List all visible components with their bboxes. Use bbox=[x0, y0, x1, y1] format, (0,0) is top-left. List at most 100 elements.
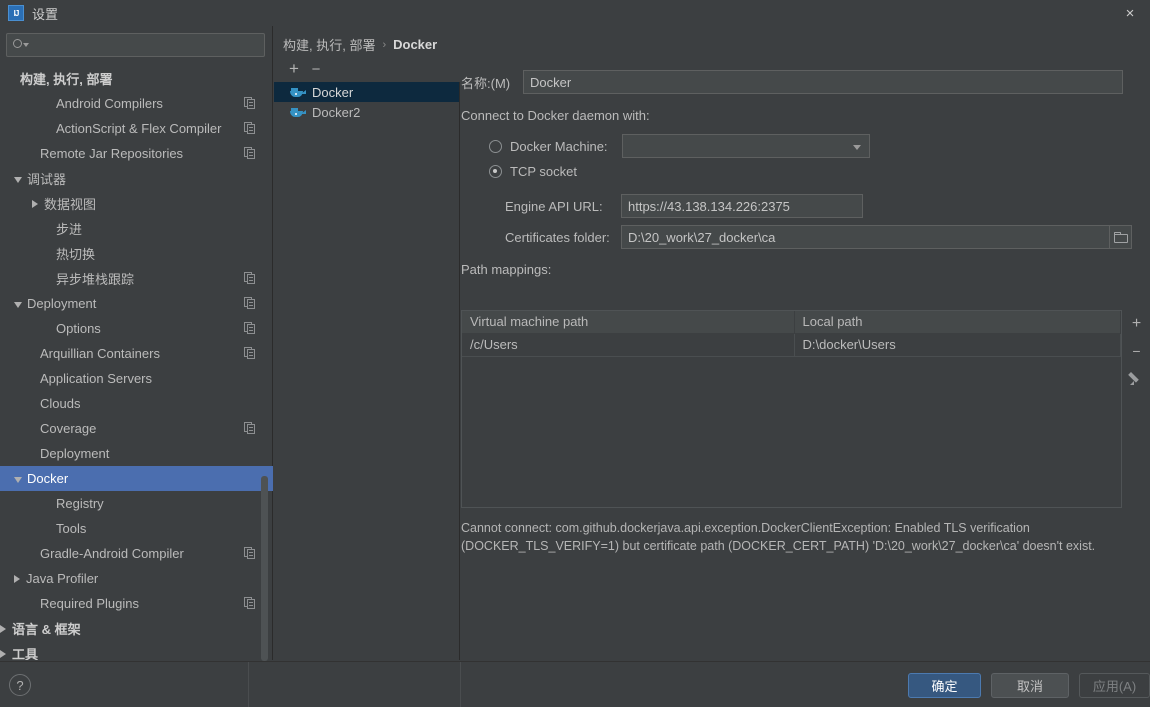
tcp-socket-radio[interactable] bbox=[489, 165, 502, 178]
path-mappings-table-wrapper: Virtual machine path Local path /c/Users D… bbox=[461, 310, 1122, 508]
docker-whale-icon bbox=[290, 86, 306, 98]
config-list-item-0[interactable]: Docker bbox=[274, 82, 459, 102]
sidebar-item-21[interactable]: Required Plugins bbox=[0, 591, 273, 616]
config-list-item-label: Docker2 bbox=[312, 104, 361, 120]
chevron-down-icon[interactable] bbox=[14, 176, 22, 183]
close-icon[interactable]: × bbox=[1110, 0, 1150, 26]
remove-config-button[interactable]: − bbox=[305, 58, 327, 80]
connection-error-message: Cannot connect: com.github.dockerjava.ap… bbox=[461, 521, 1096, 553]
chevron-down-icon[interactable] bbox=[14, 301, 22, 308]
sidebar-item-19[interactable]: Gradle-Android Compiler bbox=[0, 541, 273, 566]
dialog-footer: ? 确定 取消 应用(A) bbox=[0, 661, 1150, 707]
apply-button[interactable]: 应用(A) bbox=[1079, 673, 1150, 698]
sidebar-item-9[interactable]: Deployment bbox=[0, 291, 273, 316]
certificates-folder-label: Certificates folder: bbox=[505, 229, 610, 245]
copy-settings-icon[interactable] bbox=[244, 97, 257, 110]
sidebar-item-label: ActionScript & Flex Compiler bbox=[56, 121, 222, 136]
sidebar-item-2[interactable]: ActionScript & Flex Compiler bbox=[0, 116, 273, 141]
sidebar-item-10[interactable]: Options bbox=[0, 316, 273, 341]
chevron-right-icon[interactable] bbox=[32, 199, 38, 208]
add-config-button[interactable]: + bbox=[283, 58, 305, 80]
settings-content: 构建, 执行, 部署 › Docker + − Docker Docker2 名称… bbox=[274, 26, 1150, 660]
table-row[interactable]: /c/Users D:\docker\Users bbox=[462, 333, 1121, 357]
sidebar-item-6[interactable]: 步进 bbox=[0, 216, 273, 241]
chevron-right-icon[interactable] bbox=[0, 624, 6, 633]
certificates-folder-input[interactable] bbox=[621, 225, 1110, 249]
sidebar-item-11[interactable]: Arquillian Containers bbox=[0, 341, 273, 366]
sidebar-item-0[interactable]: 构建, 执行, 部署 bbox=[0, 66, 273, 91]
sidebar-item-1[interactable]: Android Compilers bbox=[0, 91, 273, 116]
sidebar-item-8[interactable]: 异步堆栈跟踪 bbox=[0, 266, 273, 291]
copy-settings-icon[interactable] bbox=[244, 547, 257, 560]
copy-settings-icon[interactable] bbox=[244, 347, 257, 360]
copy-settings-icon[interactable] bbox=[244, 147, 257, 160]
chevron-right-icon[interactable] bbox=[14, 574, 20, 583]
docker-whale-icon bbox=[290, 106, 306, 118]
sidebar-item-23[interactable]: 工具 bbox=[0, 641, 273, 660]
sidebar-item-12[interactable]: Application Servers bbox=[0, 366, 273, 391]
sidebar-item-label: Android Compilers bbox=[56, 96, 163, 111]
search-input[interactable] bbox=[27, 37, 264, 53]
table-column-header-0[interactable]: Virtual machine path bbox=[462, 311, 795, 334]
sidebar-item-5[interactable]: 数据视图 bbox=[0, 191, 273, 216]
copy-settings-icon[interactable] bbox=[244, 322, 257, 335]
path-mappings-table: Virtual machine path Local path /c/Users D… bbox=[462, 311, 1121, 357]
help-button[interactable]: ? bbox=[9, 674, 31, 696]
breadcrumb-root[interactable]: 构建, 执行, 部署 bbox=[283, 35, 375, 54]
docker-config-list: Docker Docker2 bbox=[274, 82, 460, 660]
docker-machine-label: Docker Machine: bbox=[510, 138, 608, 154]
path-mappings-actions: + − bbox=[1123, 310, 1150, 508]
edit-pencil-icon bbox=[1128, 371, 1144, 385]
certificates-folder-row: Certificates folder: bbox=[505, 225, 1132, 249]
remove-path-mapping-button[interactable]: − bbox=[1123, 337, 1150, 364]
ok-button[interactable]: 确定 bbox=[908, 673, 981, 698]
sidebar-item-20[interactable]: Java Profiler bbox=[0, 566, 273, 591]
sidebar-item-13[interactable]: Clouds bbox=[0, 391, 273, 416]
sidebar-item-label: 数据视图 bbox=[44, 197, 97, 212]
add-path-mapping-button[interactable]: + bbox=[1123, 310, 1150, 337]
sidebar-item-16[interactable]: Docker bbox=[0, 466, 273, 491]
sidebar-item-3[interactable]: Remote Jar Repositories bbox=[0, 141, 273, 166]
search-box[interactable] bbox=[6, 33, 265, 57]
sidebar-item-4[interactable]: 调试器 bbox=[0, 166, 273, 191]
copy-settings-icon[interactable] bbox=[244, 272, 257, 285]
cancel-button[interactable]: 取消 bbox=[991, 673, 1069, 698]
sidebar-item-17[interactable]: Registry bbox=[0, 491, 273, 516]
table-cell[interactable]: /c/Users bbox=[462, 333, 795, 357]
browse-folder-button[interactable] bbox=[1110, 225, 1132, 249]
sidebar-item-22[interactable]: 语言 & 框架 bbox=[0, 616, 273, 641]
chevron-down-icon[interactable] bbox=[14, 476, 22, 483]
engine-api-input[interactable] bbox=[621, 194, 863, 218]
sidebar-item-7[interactable]: 热切换 bbox=[0, 241, 273, 266]
sidebar-item-14[interactable]: Coverage bbox=[0, 416, 273, 441]
sidebar-item-label: Clouds bbox=[40, 396, 81, 411]
sidebar-item-label: 语言 & 框架 bbox=[12, 622, 81, 637]
name-field-row: 名称:(M) bbox=[461, 70, 1123, 94]
sidebar-item-15[interactable]: Deployment bbox=[0, 441, 273, 466]
tcp-socket-label: TCP socket bbox=[510, 164, 577, 179]
docker-machine-radio[interactable] bbox=[489, 139, 502, 153]
table-column-header-1[interactable]: Local path bbox=[794, 311, 1121, 334]
sidebar-item-label: Remote Jar Repositories bbox=[40, 146, 184, 161]
docker-machine-select[interactable] bbox=[622, 134, 870, 158]
docker-config-detail: 名称:(M) Connect to Docker daemon with: Do… bbox=[461, 58, 1150, 660]
edit-path-mapping-button[interactable] bbox=[1123, 364, 1150, 391]
copy-settings-icon[interactable] bbox=[244, 422, 257, 435]
copy-settings-icon[interactable] bbox=[244, 297, 257, 310]
config-list-item-1[interactable]: Docker2 bbox=[274, 102, 459, 122]
config-list-toolbar: + − bbox=[283, 58, 468, 80]
sidebar-item-label: 调试器 bbox=[27, 172, 67, 187]
sidebar-item-18[interactable]: Tools bbox=[0, 516, 273, 541]
name-input[interactable] bbox=[523, 70, 1123, 94]
folder-icon bbox=[1113, 231, 1128, 243]
sidebar-scrollbar[interactable] bbox=[261, 476, 268, 661]
copy-settings-icon[interactable] bbox=[244, 597, 257, 610]
sidebar-item-label: 构建, 执行, 部署 bbox=[20, 72, 113, 87]
chevron-right-icon[interactable] bbox=[0, 649, 6, 658]
table-header-row: Virtual machine path Local path bbox=[462, 311, 1121, 334]
table-cell[interactable]: D:\docker\Users bbox=[794, 333, 1121, 357]
copy-settings-icon[interactable] bbox=[244, 122, 257, 135]
breadcrumb-current: Docker bbox=[393, 37, 438, 52]
chevron-down-icon bbox=[853, 145, 861, 150]
tcp-socket-row: TCP socket bbox=[489, 164, 577, 179]
